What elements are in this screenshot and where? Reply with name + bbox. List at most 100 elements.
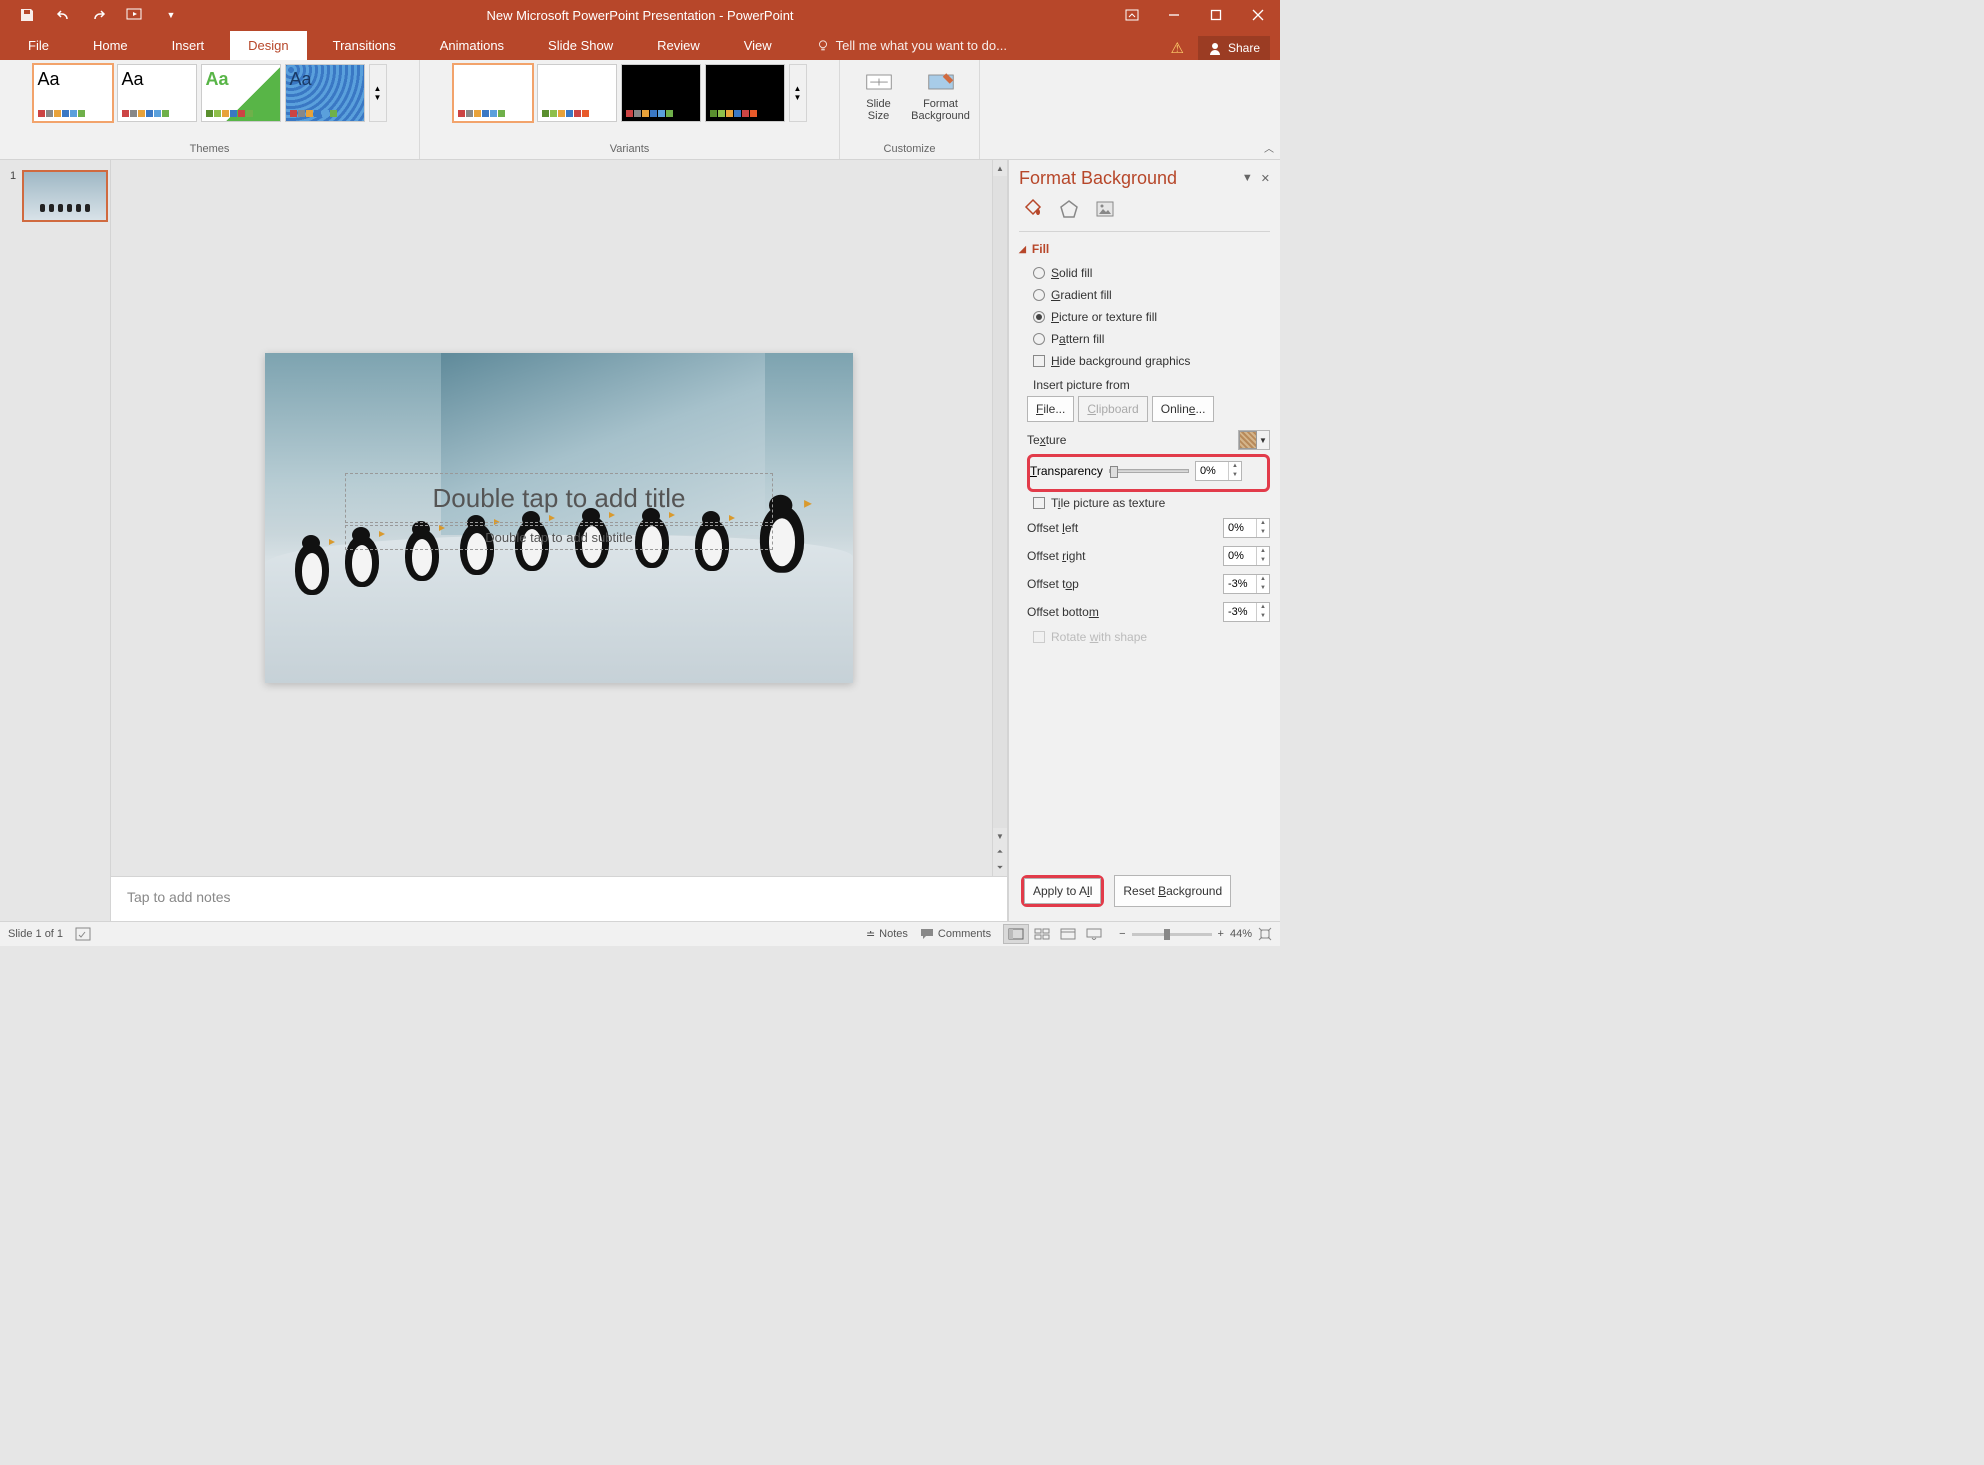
- themes-group-label: Themes: [190, 143, 230, 155]
- comments-button[interactable]: Comments: [920, 928, 991, 940]
- ribbon-display-options-icon[interactable]: [1112, 0, 1152, 30]
- apply-to-all-button[interactable]: Apply to All: [1024, 878, 1101, 904]
- offset-right-label: Offset right: [1027, 549, 1217, 563]
- collapse-section-icon: ◢: [1019, 244, 1026, 255]
- effects-tab-icon[interactable]: [1055, 195, 1083, 223]
- offset-top-spinner[interactable]: ▲▼: [1223, 574, 1270, 594]
- customize-group-label: Customize: [884, 143, 936, 155]
- zoom-out-button[interactable]: −: [1119, 928, 1125, 940]
- fill-section-label: Fill: [1032, 242, 1049, 256]
- variant-1[interactable]: [453, 64, 533, 122]
- zoom-in-button[interactable]: +: [1218, 928, 1224, 940]
- scroll-up-icon[interactable]: ▲: [993, 160, 1007, 176]
- offset-top-input[interactable]: [1224, 578, 1256, 590]
- offset-bottom-input[interactable]: [1224, 606, 1256, 618]
- variant-3[interactable]: [621, 64, 701, 122]
- minimize-button[interactable]: [1154, 0, 1194, 30]
- tab-insert[interactable]: Insert: [154, 31, 223, 60]
- notes-icon: ≐: [866, 928, 875, 941]
- tab-animations[interactable]: Animations: [422, 31, 522, 60]
- themes-more-icon[interactable]: ▲▼: [369, 64, 387, 122]
- texture-picker[interactable]: ▼: [1238, 430, 1270, 450]
- offset-left-spinner[interactable]: ▲▼: [1223, 518, 1270, 538]
- scroll-down-icon[interactable]: ▼: [993, 828, 1007, 844]
- notes-placeholder: Tap to add notes: [127, 889, 231, 905]
- theme-office[interactable]: Aa: [33, 64, 113, 122]
- slide-size-button[interactable]: Slide Size: [851, 64, 907, 122]
- collapse-ribbon-icon[interactable]: ︿: [1264, 140, 1274, 155]
- online-button[interactable]: Online...: [1152, 396, 1215, 422]
- tab-transitions[interactable]: Transitions: [315, 31, 414, 60]
- undo-icon[interactable]: [54, 6, 72, 24]
- notes-pane[interactable]: Tap to add notes: [111, 876, 1007, 921]
- slide-thumbnail-1[interactable]: 1: [22, 170, 108, 222]
- transparency-input[interactable]: [1196, 465, 1228, 477]
- solid-fill-radio[interactable]: SSolid fillolid fill: [1027, 262, 1270, 284]
- subtitle-placeholder[interactable]: Double tap to add subtitle: [345, 525, 773, 550]
- tab-review[interactable]: Review: [639, 31, 718, 60]
- pane-close-icon[interactable]: ✕: [1261, 172, 1270, 185]
- variants-group-label: Variants: [610, 143, 650, 155]
- save-icon[interactable]: [18, 6, 36, 24]
- offset-bottom-spinner[interactable]: ▲▼: [1223, 602, 1270, 622]
- transparency-spinner[interactable]: ▲▼: [1195, 461, 1242, 481]
- next-slide-icon[interactable]: ⏷: [993, 860, 1007, 876]
- format-background-button[interactable]: Format Background: [913, 64, 969, 122]
- redo-icon[interactable]: [90, 6, 108, 24]
- transparency-slider[interactable]: [1109, 469, 1189, 473]
- zoom-percentage[interactable]: 44%: [1230, 928, 1252, 940]
- offset-left-label: Offset left: [1027, 521, 1217, 535]
- tab-view[interactable]: View: [726, 31, 790, 60]
- offset-left-input[interactable]: [1224, 522, 1256, 534]
- theme-4[interactable]: Aa: [285, 64, 365, 122]
- pattern-fill-radio[interactable]: Pattern fill: [1027, 328, 1270, 350]
- qat-more-icon[interactable]: ▼: [162, 6, 180, 24]
- spinner-down-icon[interactable]: ▼: [1229, 471, 1241, 480]
- variant-2[interactable]: [537, 64, 617, 122]
- notes-button[interactable]: ≐Notes: [866, 928, 908, 941]
- slide-canvas-area[interactable]: Double tap to add title Double tap to ad…: [111, 160, 1007, 876]
- vertical-scrollbar[interactable]: ▲ ▼ ⏶ ⏷: [992, 160, 1007, 876]
- maximize-button[interactable]: [1196, 0, 1236, 30]
- prev-slide-icon[interactable]: ⏶: [993, 844, 1007, 860]
- offset-right-spinner[interactable]: ▲▼: [1223, 546, 1270, 566]
- spinner-up-icon[interactable]: ▲: [1229, 462, 1241, 471]
- tab-home[interactable]: Home: [75, 31, 146, 60]
- file-button[interactable]: File...: [1027, 396, 1074, 422]
- title-placeholder[interactable]: Double tap to add title: [345, 473, 773, 523]
- slide-counter[interactable]: Slide 1 of 1: [8, 928, 63, 940]
- warning-icon[interactable]: ⚠: [1171, 39, 1184, 57]
- share-button[interactable]: Share: [1198, 36, 1270, 60]
- slide-thumbnail-panel[interactable]: 1: [0, 160, 110, 921]
- offset-right-input[interactable]: [1224, 550, 1256, 562]
- tile-checkbox[interactable]: Tile picture as texture: [1027, 492, 1270, 514]
- reading-view-button[interactable]: [1055, 924, 1081, 944]
- slide[interactable]: Double tap to add title Double tap to ad…: [265, 353, 853, 683]
- slideshow-view-button[interactable]: [1081, 924, 1107, 944]
- hide-bg-checkbox[interactable]: Hide background graphics: [1027, 350, 1270, 372]
- normal-view-button[interactable]: [1003, 924, 1029, 944]
- fill-section-header[interactable]: ◢ Fill: [1009, 236, 1280, 262]
- close-button[interactable]: [1238, 0, 1278, 30]
- picture-tab-icon[interactable]: [1091, 195, 1119, 223]
- tab-design[interactable]: Design: [230, 31, 306, 60]
- gradient-fill-radio[interactable]: Gradient fill: [1027, 284, 1270, 306]
- pane-dropdown-icon[interactable]: ▼: [1242, 172, 1253, 185]
- start-from-beginning-icon[interactable]: [126, 6, 144, 24]
- fit-to-window-button[interactable]: [1258, 927, 1272, 941]
- spellcheck-icon[interactable]: [75, 927, 91, 941]
- slide-sorter-view-button[interactable]: [1029, 924, 1055, 944]
- tab-file[interactable]: File: [10, 31, 67, 60]
- variants-more-icon[interactable]: ▲▼: [789, 64, 807, 122]
- tab-slideshow[interactable]: Slide Show: [530, 31, 631, 60]
- tell-me-search[interactable]: Tell me what you want to do...: [798, 31, 1025, 60]
- theme-2[interactable]: Aa: [117, 64, 197, 122]
- slide-number: 1: [10, 170, 16, 182]
- fill-tab-icon[interactable]: [1019, 195, 1047, 223]
- theme-3[interactable]: Aa: [201, 64, 281, 122]
- clipboard-button: Clipboard: [1078, 396, 1147, 422]
- picture-fill-radio[interactable]: Picture or texture fill: [1027, 306, 1270, 328]
- variant-4[interactable]: [705, 64, 785, 122]
- reset-background-button[interactable]: Reset Background: [1114, 875, 1231, 907]
- zoom-slider[interactable]: [1132, 933, 1212, 936]
